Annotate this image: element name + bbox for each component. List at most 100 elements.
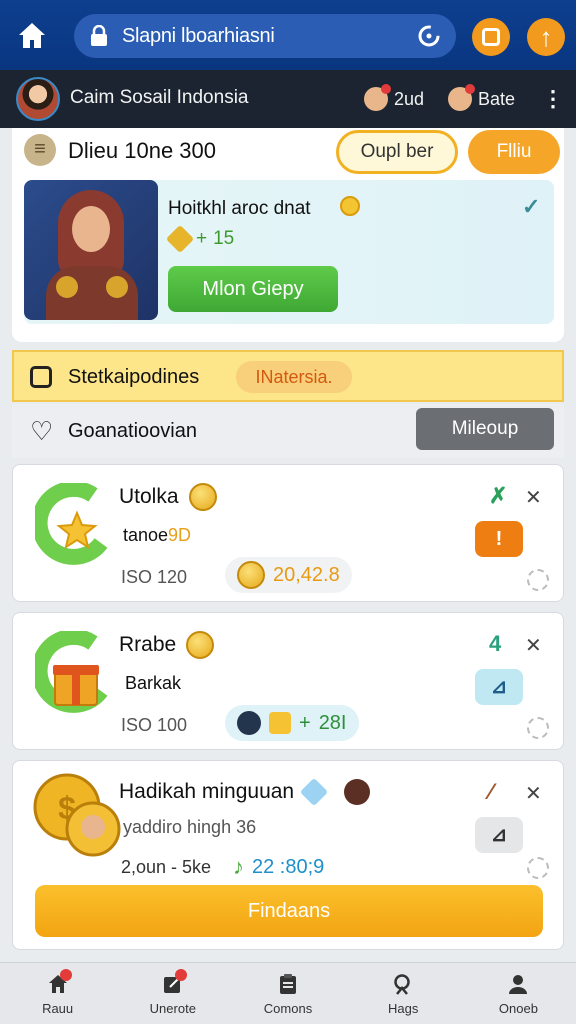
diamond-icon <box>299 777 329 807</box>
music-icon: ♪ <box>233 854 244 879</box>
task-value-pill: +28I <box>225 705 359 741</box>
gem-icon <box>165 224 195 254</box>
nav-label: Unerote <box>149 1001 196 1016</box>
settings-icon[interactable] <box>527 857 549 879</box>
clipboard-icon <box>280 974 296 994</box>
task-title: Hadikah minguuan <box>119 777 371 807</box>
task-subtitle-text: yaddiro hingh 36 <box>123 817 257 837</box>
camera-icon <box>30 366 52 388</box>
promo-image <box>24 180 158 320</box>
tabs-icon <box>482 28 500 46</box>
lock-icon <box>91 25 107 46</box>
settings-icon[interactable] <box>527 717 549 739</box>
task-card[interactable]: Rrabe Barkak ISO 100 +28I 4 ✕ ⊿ <box>12 612 564 750</box>
close-icon[interactable]: ✕ <box>525 633 542 658</box>
task-subtitle: yaddiro hingh 36 <box>123 817 256 838</box>
bottom-nav: Rauu Unerote Comons Hags Onoeb <box>0 962 576 1024</box>
check-icon: ✓ <box>522 194 541 219</box>
user-face-icon <box>448 84 475 111</box>
nav-item-clipboard[interactable]: Comons <box>230 963 345 1024</box>
gift-refresh-icon <box>35 631 108 713</box>
close-icon[interactable]: ✕ <box>525 781 542 806</box>
profile-item-2-label: Bate <box>478 88 516 109</box>
task-status-icon: ⁄ <box>489 779 493 804</box>
eye-icon <box>237 711 261 735</box>
nav-item-search[interactable]: Hags <box>346 963 461 1024</box>
task-status-icon: 4 <box>489 631 502 656</box>
info-banner: Stetkaipodines INatersia. <box>12 350 564 402</box>
promo-card: Hoitkhl aroc dnat ✓ +15 Mlon Giepy <box>24 180 554 324</box>
task-title-text: Utolka <box>119 485 179 508</box>
notification-badge <box>175 969 188 981</box>
find-button[interactable]: Findaans <box>35 885 543 937</box>
banner-pill[interactable]: INatersia. <box>236 361 352 393</box>
notification-badge <box>60 969 72 981</box>
coin-icon <box>340 196 360 216</box>
task-title-text: Rrabe <box>119 633 177 656</box>
upload-button[interactable]: ↑ <box>527 18 565 56</box>
star-refresh-icon <box>35 483 108 565</box>
coins-icon: $ <box>33 773 121 857</box>
home-icon[interactable] <box>16 20 48 52</box>
task-meta: ISO 100 <box>121 715 188 735</box>
task-subtitle-highlight: 9D <box>168 525 192 545</box>
task-status-icon: ✗ <box>489 483 508 508</box>
task-title: Utolka <box>119 483 217 511</box>
close-icon[interactable]: ✕ <box>525 485 542 510</box>
nav-item-profile[interactable]: Onoeb <box>461 963 576 1024</box>
nav-label: Rauu <box>42 1001 74 1016</box>
nav-label: Comons <box>263 1001 313 1016</box>
promo-title: Hoitkhl aroc dnat <box>168 198 311 219</box>
task-value-pill: ♪ 22 :80;9 <box>227 849 330 885</box>
promo-button[interactable]: Mlon Giepy <box>168 266 338 312</box>
task-title: Rrabe <box>119 631 215 659</box>
reload-icon[interactable] <box>416 23 442 49</box>
browser-top-bar: Slapni lboarhiasni ↑ <box>0 0 576 70</box>
task-action-button[interactable]: ⊿ <box>475 817 523 853</box>
orange-button[interactable]: Flliu <box>468 130 560 174</box>
search-icon <box>394 974 410 995</box>
task-action-button[interactable]: ⊿ <box>475 669 523 705</box>
profile-item-1-label: 2ud <box>394 88 425 109</box>
coin-icon <box>237 561 265 589</box>
task-card[interactable]: $ Hadikah minguuan yaddiro hingh 36 2,ou… <box>12 760 564 950</box>
task-subtitle: Barkak <box>125 673 181 694</box>
promo-reward-value: 15 <box>213 228 235 249</box>
nav-item-home[interactable]: Rauu <box>0 963 115 1024</box>
settings-icon[interactable] <box>527 569 549 591</box>
more-menu-icon[interactable]: ⋮ <box>542 86 564 112</box>
task-meta: 2,oun - 5ke <box>121 857 212 877</box>
filter-button[interactable]: Mileoup <box>416 408 554 450</box>
avatar[interactable] <box>16 77 60 121</box>
task-value-pill: 20,42.8 <box>225 557 352 593</box>
nav-item-edit[interactable]: Unerote <box>115 963 230 1024</box>
task-value: 28I <box>318 711 347 734</box>
coin-icon <box>188 483 217 511</box>
task-card[interactable]: Utolka tanoe9D ISO 120 20,42.8 ✗ ✕ ! <box>12 464 564 602</box>
profile-item-2[interactable]: Bate <box>448 84 515 114</box>
ticket-icon <box>269 712 291 734</box>
page-title: Dlieu 10ne 300 <box>68 138 217 163</box>
outline-button[interactable]: Oupl ber <box>336 130 458 174</box>
profile-bar: Caim Sosail Indonsia 2ud Bate ⋮ <box>0 70 576 128</box>
task-meta: ISO 120 <box>121 567 188 587</box>
task-title-text: Hadikah minguuan <box>119 780 295 803</box>
nav-label: Onoeb <box>498 1001 538 1016</box>
task-action-button[interactable]: ! <box>475 521 523 557</box>
profile-name: Caim Sosail Indonsia <box>70 87 249 108</box>
promo-reward: +15 <box>165 224 235 254</box>
coin-icon <box>186 631 215 659</box>
profile-icon <box>509 975 528 994</box>
menu-icon[interactable]: ≡ <box>24 134 56 166</box>
task-subtitle: tanoe9D <box>123 525 191 546</box>
task-subtitle-text: tanoe <box>123 525 169 545</box>
profile-item-1[interactable]: 2ud <box>364 84 424 114</box>
filter-row: ♡ Goanatioovian Mileoup <box>12 404 564 458</box>
banner-text: Stetkaipodines <box>68 366 200 388</box>
header-card: ≡ Dlieu 10ne 300 Oupl ber Flliu Hoitkhl … <box>12 128 564 342</box>
tabs-button[interactable] <box>472 18 510 56</box>
user-face-icon <box>364 84 391 111</box>
url-bar[interactable]: Slapni lboarhiasni <box>74 14 456 58</box>
nav-label: Hags <box>388 1001 419 1016</box>
heart-icon[interactable]: ♡ <box>30 418 53 444</box>
